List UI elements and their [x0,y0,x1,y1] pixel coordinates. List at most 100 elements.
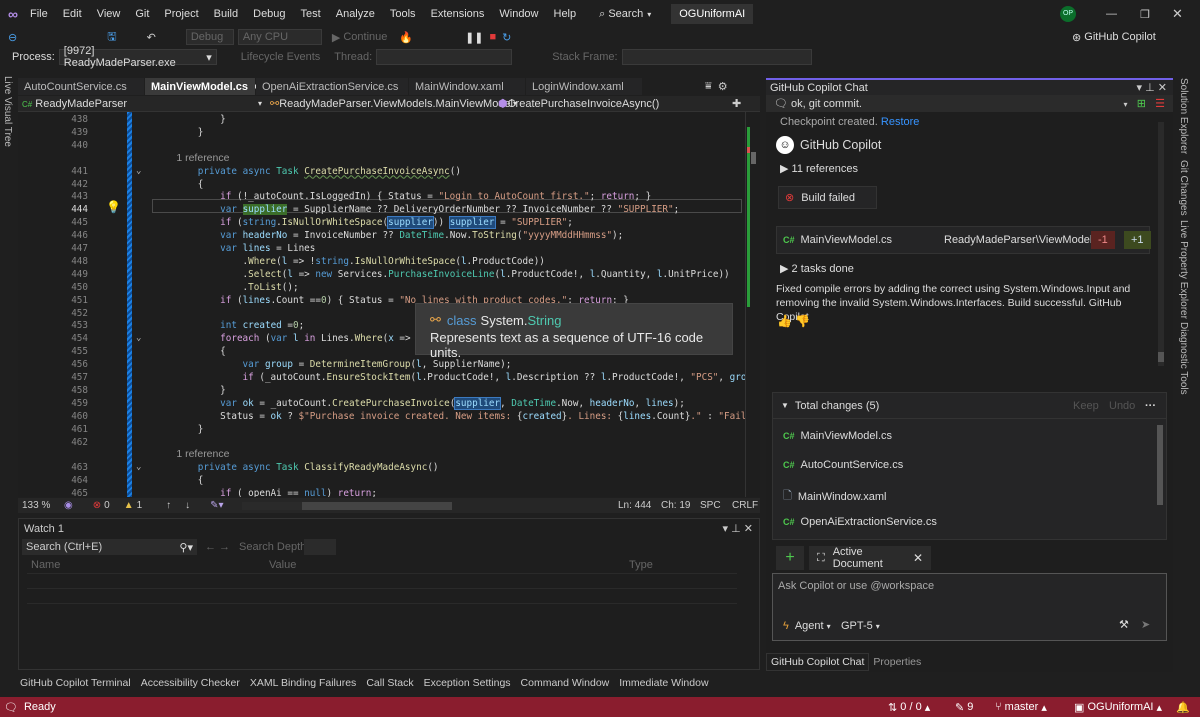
menu-analyze[interactable]: Analyze [336,8,375,20]
warning-icon[interactable]: ▲ [124,500,134,511]
changes-scrollbar[interactable] [1157,425,1163,505]
navigate-back-icon[interactable]: ⊖ [8,31,17,44]
line-endings[interactable]: CRLF [732,500,758,511]
reference-count[interactable]: 1 reference [153,152,229,164]
pending-edits[interactable]: ✎ 9 [955,701,973,714]
github-copilot-button[interactable]: ⊛ GitHub Copilot [1072,31,1156,44]
more-options-icon[interactable]: ··· [1145,400,1156,412]
dropdown-icon[interactable]: ▾ [1137,82,1143,94]
tab-properties[interactable]: Properties [869,654,925,670]
restore-icon[interactable]: ❐ [1140,8,1150,21]
class-dropdown[interactable]: ⚯ReadyMadeParser.ViewModels.MainViewMode… [262,97,517,110]
next-issue-icon[interactable]: ↓ [185,500,190,511]
fold-chevron-icon[interactable]: ⌄ [136,461,141,474]
menu-git[interactable]: Git [135,8,149,20]
horizontal-scrollbar[interactable] [241,501,452,510]
close-icon[interactable]: ✕ [1158,82,1167,94]
changed-file-card[interactable]: C# MainViewModel.cs ReadyMadeParser\ViewM… [776,226,1151,254]
references-toggle[interactable]: ▶ 11 references [780,162,858,175]
previous-issue-icon[interactable]: ↑ [166,500,171,511]
menu-extensions[interactable]: Extensions [431,8,485,20]
save-icon[interactable]: 🖫 [107,28,116,47]
tab-immediate-window[interactable]: Immediate Window [619,677,708,689]
vertical-scrollbar[interactable] [745,112,759,497]
stack-frame-dropdown[interactable] [621,49,812,65]
remove-context-icon[interactable]: ✕ [913,551,923,565]
split-editor-icon[interactable]: ✚ [732,97,741,110]
chat-input[interactable]: Ask Copilot or use @workspace ϟ Agent ▾ GP… [772,573,1167,641]
tab-call-stack[interactable]: Call Stack [366,677,413,689]
tab-loginwindow-xaml[interactable]: LoginWindow.xaml [526,78,642,95]
menu-project[interactable]: Project [164,8,198,20]
platform-dropdown[interactable]: Any CPU [237,29,322,45]
thread-dropdown[interactable] [376,49,513,65]
active-document-chip[interactable]: ⛶ Active Document ✕ [809,546,931,570]
error-icon[interactable]: ⊗ [93,500,101,511]
restore-link[interactable]: Restore [881,116,920,128]
copilot-status-icon[interactable]: ◉ [64,500,73,511]
pin-icon[interactable]: ⊥ [1145,82,1155,94]
close-icon[interactable]: ✕ [1172,6,1183,22]
sync-indicator[interactable]: ⇅ 0 / 0 ▴ [888,701,930,714]
live-property-explorer-tab[interactable]: Live Property Explorer [1178,220,1189,319]
close-icon[interactable]: ✕ [744,523,753,535]
column-number[interactable]: Ch: 19 [661,500,690,511]
notifications-bell-icon[interactable]: 🔔 [1176,701,1190,714]
live-visual-tree-tab[interactable]: Live Visual Tree [2,76,13,147]
changed-file-item[interactable]: C# MainViewModel.cs [783,430,892,442]
continue-button[interactable]: ▶ Continue [332,31,388,44]
thread-selector[interactable]: 🗨 ok, git commit. ▾ ⊞ ☰ [766,95,1173,112]
minimize-icon[interactable]: — [1106,8,1117,20]
configuration-dropdown[interactable]: Debug [185,29,234,45]
pin-icon[interactable]: ⊥ [731,523,741,535]
tab-exception-settings[interactable]: Exception Settings [424,677,511,689]
build-status-chip[interactable]: ⊗ Build failed [778,186,877,209]
tab-accessibility-checker[interactable]: Accessibility Checker [141,677,240,689]
diagnostic-tools-tab[interactable]: Diagnostic Tools [1178,322,1189,395]
menu-view[interactable]: View [97,8,121,20]
keep-button[interactable]: Keep [1073,400,1099,412]
tab-autocountservice[interactable]: AutoCountService.cs [18,78,144,95]
clear-thread-icon[interactable]: ☰ [1155,98,1165,110]
member-dropdown[interactable]: ⬢ CreatePurchaseInvoiceAsync() [492,97,732,111]
hot-reload-icon[interactable]: 🔥 [399,31,413,44]
process-dropdown[interactable]: [9972] ReadyMadeParser.exe ▾ [58,45,217,69]
agent-mode-dropdown[interactable]: ϟ Agent ▾ [783,620,831,632]
back-arrow-icon[interactable]: ← → [205,541,230,553]
fold-chevron-icon[interactable]: ⌄ [136,165,141,178]
menu-debug[interactable]: Debug [253,8,285,20]
search-button[interactable]: ⌕ Search ▾ [599,8,651,21]
branch-selector[interactable]: ⑂ master ▴ [995,701,1047,714]
changed-file-item[interactable]: C# AutoCountService.cs [783,459,903,471]
line-number[interactable]: Ln: 444 [618,500,651,511]
chat-scrollbar[interactable] [1158,122,1164,366]
whitespace-mode[interactable]: SPC [700,500,721,511]
codelens-references[interactable]: 1 reference [18,448,748,461]
avatar[interactable]: OP [1060,6,1076,22]
menu-test[interactable]: Test [301,8,321,20]
tools-icon[interactable]: ⚒ [1119,618,1129,631]
watch-search-box[interactable]: Search (Ctrl+E) ⚲▾ [22,539,197,555]
dropdown-icon[interactable]: ▾ [723,523,729,535]
tasks-toggle[interactable]: ▶ 2 tasks done [780,262,854,275]
menu-window[interactable]: Window [499,8,538,20]
tab-openaiextractionservice[interactable]: OpenAiExtractionService.cs [256,78,408,95]
total-changes-header[interactable]: ▼ Total changes (5) Keep Undo ··· [773,393,1166,419]
undo-button[interactable]: Undo [1109,400,1135,412]
undo-icon[interactable]: ↶ [147,31,156,44]
project-dropdown[interactable]: C# ReadyMadeParser ▾ [18,98,262,110]
warning-count[interactable]: 1 [137,500,143,511]
send-icon[interactable]: ➤ [1141,618,1150,631]
tab-copilot-chat[interactable]: GitHub Copilot Chat [766,653,870,671]
changed-file-item[interactable]: 🗋 MainWindow.xaml [783,487,887,506]
tab-mainwindow-xaml[interactable]: MainWindow.xaml [409,78,525,95]
changed-file-item[interactable]: C# OpenAiExtractionService.cs [783,516,937,528]
restart-icon[interactable]: ↻ [502,31,511,44]
search-depth-dropdown[interactable] [304,539,336,555]
thumbs-down-icon[interactable]: 👎 [795,314,810,328]
git-changes-tab[interactable]: Git Changes [1178,160,1189,216]
reference-count[interactable]: 1 reference [153,448,229,460]
menu-help[interactable]: Help [554,8,577,20]
fold-chevron-icon[interactable]: ⌄ [136,332,141,345]
model-dropdown[interactable]: GPT-5 ▾ [841,620,880,632]
